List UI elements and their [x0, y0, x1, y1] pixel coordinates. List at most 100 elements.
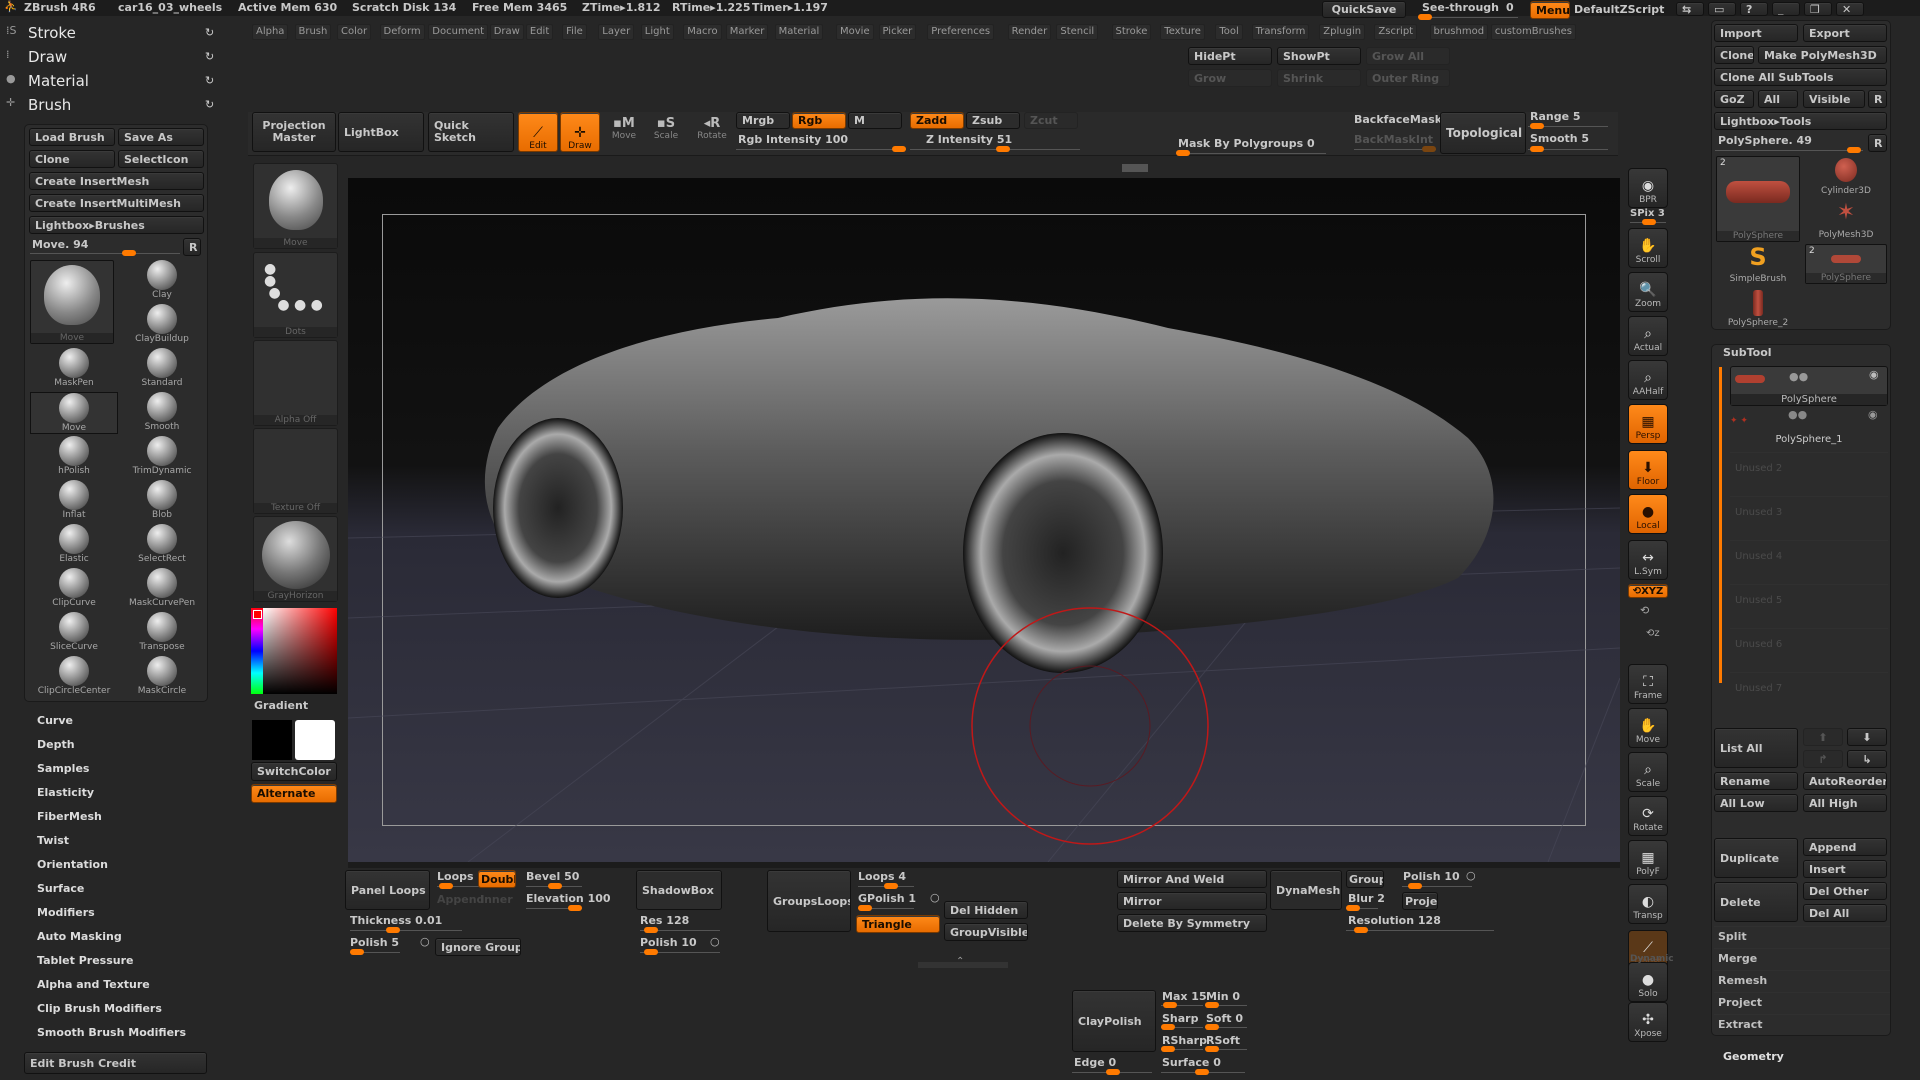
subpanel-alpha-and-texture[interactable]: Alpha and Texture	[37, 978, 150, 991]
brush-item-clipcirclecenter[interactable]: ClipCircleCenter	[30, 656, 118, 698]
zoom-button[interactable]: 🔍 Zoom	[1628, 272, 1668, 312]
subpanel-elasticity[interactable]: Elasticity	[37, 786, 94, 799]
ignore-groups-button[interactable]: Ignore Groups	[435, 938, 521, 956]
menu-transform[interactable]: Transform	[1251, 24, 1310, 40]
backface-mask-toggle[interactable]: BackfaceMask	[1354, 113, 1442, 126]
eye-icon[interactable]: ◉	[1869, 368, 1879, 381]
brush-item-trimdynamic[interactable]: TrimDynamic	[118, 436, 206, 478]
subtool-slot-unused[interactable]: Unused 4	[1730, 540, 1888, 580]
clone-brush-button[interactable]: Clone	[29, 150, 115, 168]
refresh-icon[interactable]: ↻	[205, 26, 214, 39]
make-polymesh-button[interactable]: Make PolyMesh3D	[1758, 46, 1887, 64]
outer-ring-button[interactable]: Outer Ring	[1366, 69, 1450, 87]
menu-texture[interactable]: Texture	[1160, 24, 1205, 40]
menu-picker[interactable]: Picker	[878, 24, 917, 40]
zsub-button[interactable]: Zsub	[966, 112, 1020, 129]
brush-slider[interactable]	[30, 250, 180, 256]
edit-brush-credit-button[interactable]: Edit Brush Credit	[24, 1052, 207, 1074]
minimize-icon[interactable]: _	[1772, 2, 1800, 16]
menu-deform[interactable]: Deform	[379, 24, 425, 40]
subtool-section-project[interactable]: Project	[1714, 992, 1890, 1013]
subpanel-smooth-brush-modifiers[interactable]: Smooth Brush Modifiers	[37, 1026, 186, 1039]
insert-button[interactable]: Insert	[1803, 860, 1887, 878]
floor-button[interactable]: ⬇ Floor	[1628, 450, 1668, 490]
spix-slider[interactable]	[1630, 219, 1666, 225]
menu-movie[interactable]: Movie	[836, 24, 874, 40]
subtool-section-split[interactable]: Split	[1714, 926, 1890, 947]
blur-slider[interactable]	[1346, 905, 1378, 911]
brush-item-move[interactable]: Move	[30, 392, 118, 434]
subpanel-fibermesh[interactable]: FiberMesh	[37, 810, 102, 823]
subpanel-surface[interactable]: Surface	[37, 882, 84, 895]
rgb-button[interactable]: Rgb	[792, 112, 846, 129]
document-canvas[interactable]	[348, 178, 1620, 862]
local-button[interactable]: ● Local	[1628, 494, 1668, 534]
rsharp-slider[interactable]	[1161, 1046, 1203, 1052]
refresh-icon[interactable]: ↻	[205, 74, 214, 87]
secondary-color-swatch[interactable]	[252, 720, 292, 760]
subpanel-depth[interactable]: Depth	[37, 738, 75, 751]
double-toggle[interactable]: Double	[478, 870, 516, 888]
append-button[interactable]: Append	[1803, 838, 1887, 856]
main-color-swatch[interactable]	[253, 610, 262, 619]
triangle-toggle[interactable]: Triangle	[856, 915, 940, 933]
group-visible-button[interactable]: GroupVisible	[944, 923, 1028, 941]
material-thumbnail[interactable]: GrayHorizon	[253, 516, 338, 602]
brush-thumbnail[interactable]: Move	[253, 163, 338, 249]
quicksave-button[interactable]: QuickSave	[1322, 1, 1406, 18]
bevel-slider[interactable]	[526, 883, 582, 889]
menu-edit[interactable]: Edit	[525, 24, 554, 40]
m-button[interactable]: M	[848, 112, 902, 129]
menu-stroke[interactable]: Stroke	[1111, 24, 1152, 40]
subtool-section-merge[interactable]: Merge	[1714, 948, 1890, 969]
menu-color[interactable]: Color	[337, 24, 372, 40]
zadd-button[interactable]: Zadd	[910, 112, 964, 129]
polygroup-icon[interactable]: ●●	[1788, 408, 1807, 421]
subpanel-auto-masking[interactable]: Auto Masking	[37, 930, 122, 943]
brush-item-move-large[interactable]: Move	[30, 260, 114, 344]
menu-tool[interactable]: Tool	[1215, 24, 1243, 40]
menu-custombrushes[interactable]: customBrushes	[1490, 24, 1576, 40]
subpanel-twist[interactable]: Twist	[37, 834, 69, 847]
lightbox-brushes-button[interactable]: Lightbox▸Brushes	[29, 216, 204, 234]
clone-tool-button[interactable]: Clone	[1714, 46, 1754, 64]
showpt-button[interactable]: ShowPt	[1277, 47, 1361, 65]
z-intensity-slider[interactable]	[910, 146, 1080, 152]
menu-marker[interactable]: Marker	[725, 24, 769, 40]
subtool-slot-unused[interactable]: Unused 7	[1730, 672, 1888, 712]
brush-item-transpose[interactable]: Transpose	[118, 612, 206, 654]
brush-header[interactable]: Brush	[28, 96, 71, 114]
polish10-slider[interactable]	[640, 949, 720, 955]
export-button[interactable]: Export	[1803, 24, 1887, 42]
default-zscript-label[interactable]: DefaultZScript	[1574, 3, 1664, 16]
subtool-slot-unused[interactable]: Unused 3	[1730, 496, 1888, 536]
delete-button[interactable]: Delete	[1714, 882, 1798, 922]
min-slider[interactable]	[1205, 1002, 1247, 1008]
primary-color-swatch[interactable]	[295, 720, 335, 760]
save-as-button[interactable]: Save As	[118, 128, 204, 146]
persp-button[interactable]: ▦ Persp	[1628, 404, 1668, 444]
resolution-slider[interactable]	[1346, 927, 1494, 933]
subpanel-orientation[interactable]: Orientation	[37, 858, 108, 871]
aahalf-button[interactable]: ⌕ AAHalf	[1628, 360, 1668, 400]
xpose-button[interactable]: ✣ Xpose	[1628, 1002, 1668, 1042]
panel-loops-button[interactable]: Panel Loops	[345, 870, 430, 910]
xyz-symmetry-button[interactable]: ⟲ XYZ	[1628, 584, 1668, 598]
groups-toggle[interactable]: Groups	[1346, 870, 1384, 888]
subpanel-modifiers[interactable]: Modifiers	[37, 906, 95, 919]
rotate-button[interactable]: ⟳ Rotate	[1628, 796, 1668, 836]
max-slider[interactable]	[1161, 1002, 1203, 1008]
draw-mode-button[interactable]: ✛ Draw	[560, 112, 600, 152]
polish5-slider[interactable]	[350, 949, 400, 955]
grow-all-button[interactable]: Grow All	[1366, 47, 1450, 65]
rename-button[interactable]: Rename	[1714, 772, 1798, 790]
move-mode-button[interactable]: ▪M Move	[606, 116, 642, 152]
brush-item-elastic[interactable]: Elastic	[30, 524, 118, 566]
dynamesh-polish-circle-icon[interactable]: ○	[1466, 869, 1476, 882]
shadowbox-button[interactable]: ShadowBox	[636, 870, 722, 910]
goz-visible-button[interactable]: Visible	[1803, 90, 1865, 108]
move-down-button[interactable]: ⬇	[1847, 728, 1887, 746]
stroke-header[interactable]: Stroke	[28, 24, 76, 42]
subpanel-curve[interactable]: Curve	[37, 714, 73, 727]
solo-button[interactable]: ● Solo	[1628, 962, 1668, 1002]
